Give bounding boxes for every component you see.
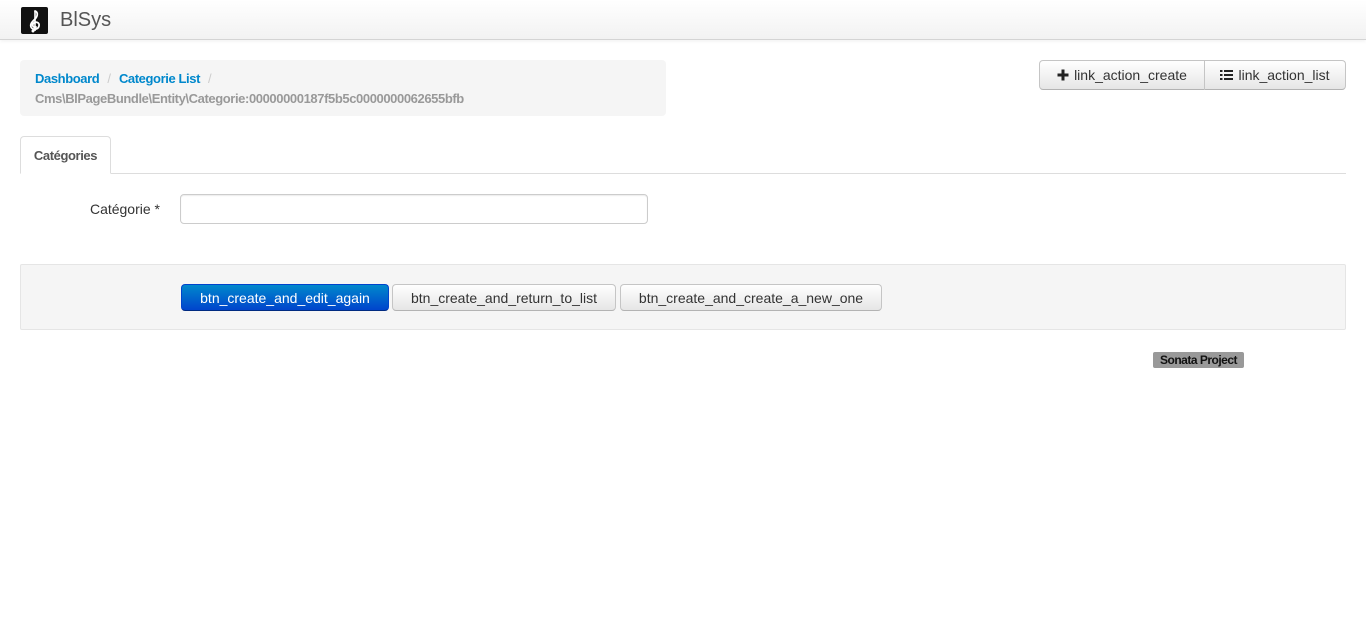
form-actions: btn_create_and_edit_again btn_create_and… <box>20 264 1346 330</box>
treble-clef-icon[interactable] <box>21 7 48 34</box>
categorie-label: Catégorie * <box>89 201 160 217</box>
top-navbar: BlSys <box>0 0 1366 40</box>
tab-categories[interactable]: Catégories <box>20 136 111 174</box>
create-and-edit-again-button[interactable]: btn_create_and_edit_again <box>181 284 389 311</box>
create-and-return-to-list-button[interactable]: btn_create_and_return_to_list <box>392 284 616 311</box>
sonata-project-badge[interactable]: Sonata Project <box>1153 352 1244 368</box>
create-button[interactable]: link_action_create <box>1039 60 1205 90</box>
create-button-label: link_action_create <box>1074 67 1187 83</box>
breadcrumb-dashboard-link[interactable]: Dashboard <box>35 71 100 86</box>
breadcrumb-current: Cms\BlPageBundle\Entity\Categorie:000000… <box>35 91 464 106</box>
tab-bar: Catégories <box>20 136 1346 174</box>
breadcrumb-separator: / <box>208 71 212 86</box>
list-icon <box>1220 69 1234 81</box>
breadcrumb-separator: / <box>107 71 111 86</box>
breadcrumb-categorie-list-link[interactable]: Categorie List <box>119 71 200 86</box>
breadcrumb: Dashboard / Categorie List / Cms\BlPageBund… <box>20 60 666 116</box>
categorie-input[interactable] <box>180 194 648 224</box>
top-actions: link_action_create link_action_list <box>1039 60 1346 90</box>
create-and-create-new-button[interactable]: btn_create_and_create_a_new_one <box>620 284 882 311</box>
plus-icon <box>1057 69 1069 81</box>
brand-name[interactable]: BlSys <box>60 9 111 32</box>
list-button-label: link_action_list <box>1238 67 1330 83</box>
list-button[interactable]: link_action_list <box>1205 60 1346 90</box>
